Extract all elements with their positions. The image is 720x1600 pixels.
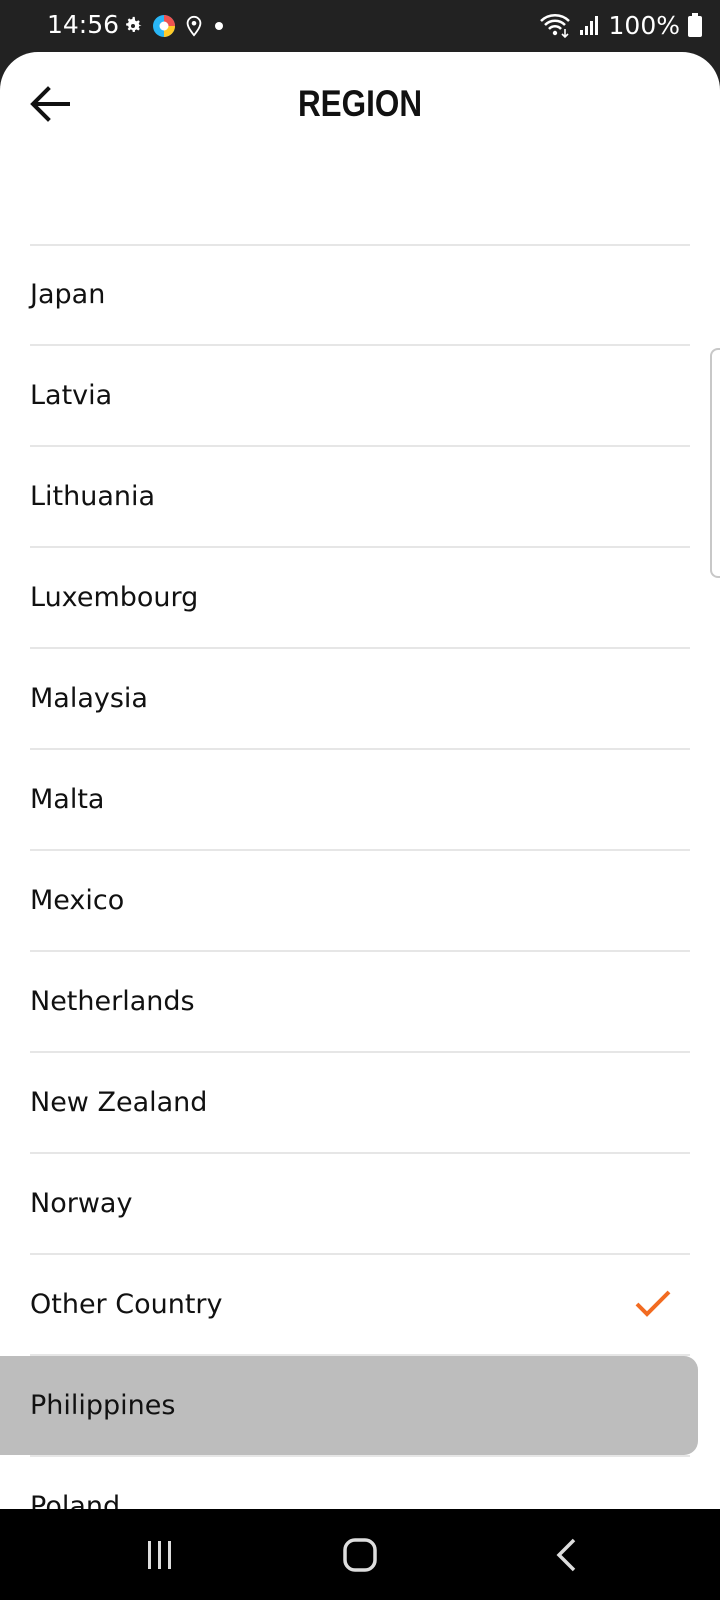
status-bar: 14:56 100% [0, 0, 720, 52]
recents-icon [148, 1541, 171, 1569]
list-item[interactable]: Luxembourg [0, 548, 720, 649]
list-item-label: Lithuania [30, 481, 156, 512]
list-item[interactable]: Philippines [0, 1356, 720, 1457]
back-icon [556, 1538, 576, 1572]
list-item[interactable]: Netherlands [0, 952, 720, 1053]
list-item-label: Mexico [30, 885, 125, 916]
list-item-label: Malta [30, 784, 105, 815]
list-item[interactable]: Japan [0, 245, 720, 346]
dot-icon [215, 22, 223, 30]
app-icon [153, 15, 175, 37]
list-item[interactable]: Latvia [0, 346, 720, 447]
region-sheet: REGION Japan Latvia Lithuania Luxembourg Mal… [0, 52, 720, 1509]
list-item[interactable]: Malta [0, 750, 720, 851]
list-item-label: Philippines [30, 1390, 176, 1421]
status-icons-left [122, 14, 226, 38]
page-title: REGION [297, 83, 423, 124]
list-item[interactable]: Other Country [0, 1255, 720, 1356]
gear-icon [126, 16, 142, 33]
home-button[interactable] [340, 1535, 380, 1575]
battery-icon [688, 13, 702, 37]
list-item[interactable]: Lithuania [0, 447, 720, 548]
status-icons-right: 100% [539, 8, 702, 42]
region-items: Japan Latvia Lithuania Luxembourg Malaysia Ma… [0, 245, 720, 1509]
list-item[interactable]: Mexico [0, 851, 720, 952]
scrollbar[interactable] [710, 348, 720, 578]
list-item-label: Netherlands [30, 986, 195, 1017]
location-icon [186, 15, 202, 37]
list-item[interactable]: Malaysia [0, 649, 720, 750]
list-item[interactable]: Poland [0, 1457, 720, 1509]
list-item[interactable]: New Zealand [0, 1053, 720, 1154]
list-item-label: Malaysia [30, 683, 148, 714]
list-item[interactable]: Norway [0, 1154, 720, 1255]
list-item-label: Other Country [30, 1289, 223, 1320]
list-item-label: New Zealand [30, 1087, 208, 1118]
wifi-icon [539, 14, 570, 38]
list-item-label: Japan [30, 279, 106, 310]
list-item-label: Luxembourg [30, 582, 199, 613]
header: REGION [0, 52, 720, 156]
status-time: 14:56 [47, 10, 120, 39]
list-item-label: Poland [30, 1491, 121, 1509]
region-list[interactable]: Japan Latvia Lithuania Luxembourg Malaysia Ma… [0, 156, 720, 1509]
battery-percent: 100% [608, 10, 680, 40]
back-nav-button[interactable] [546, 1535, 586, 1575]
signal-icon [579, 16, 598, 35]
recents-button[interactable] [140, 1535, 180, 1575]
home-icon [343, 1538, 377, 1572]
checkmark-icon [635, 1290, 671, 1317]
navigation-bar [0, 1509, 720, 1600]
list-item-label: Latvia [30, 380, 113, 411]
list-item-label: Norway [30, 1188, 133, 1219]
